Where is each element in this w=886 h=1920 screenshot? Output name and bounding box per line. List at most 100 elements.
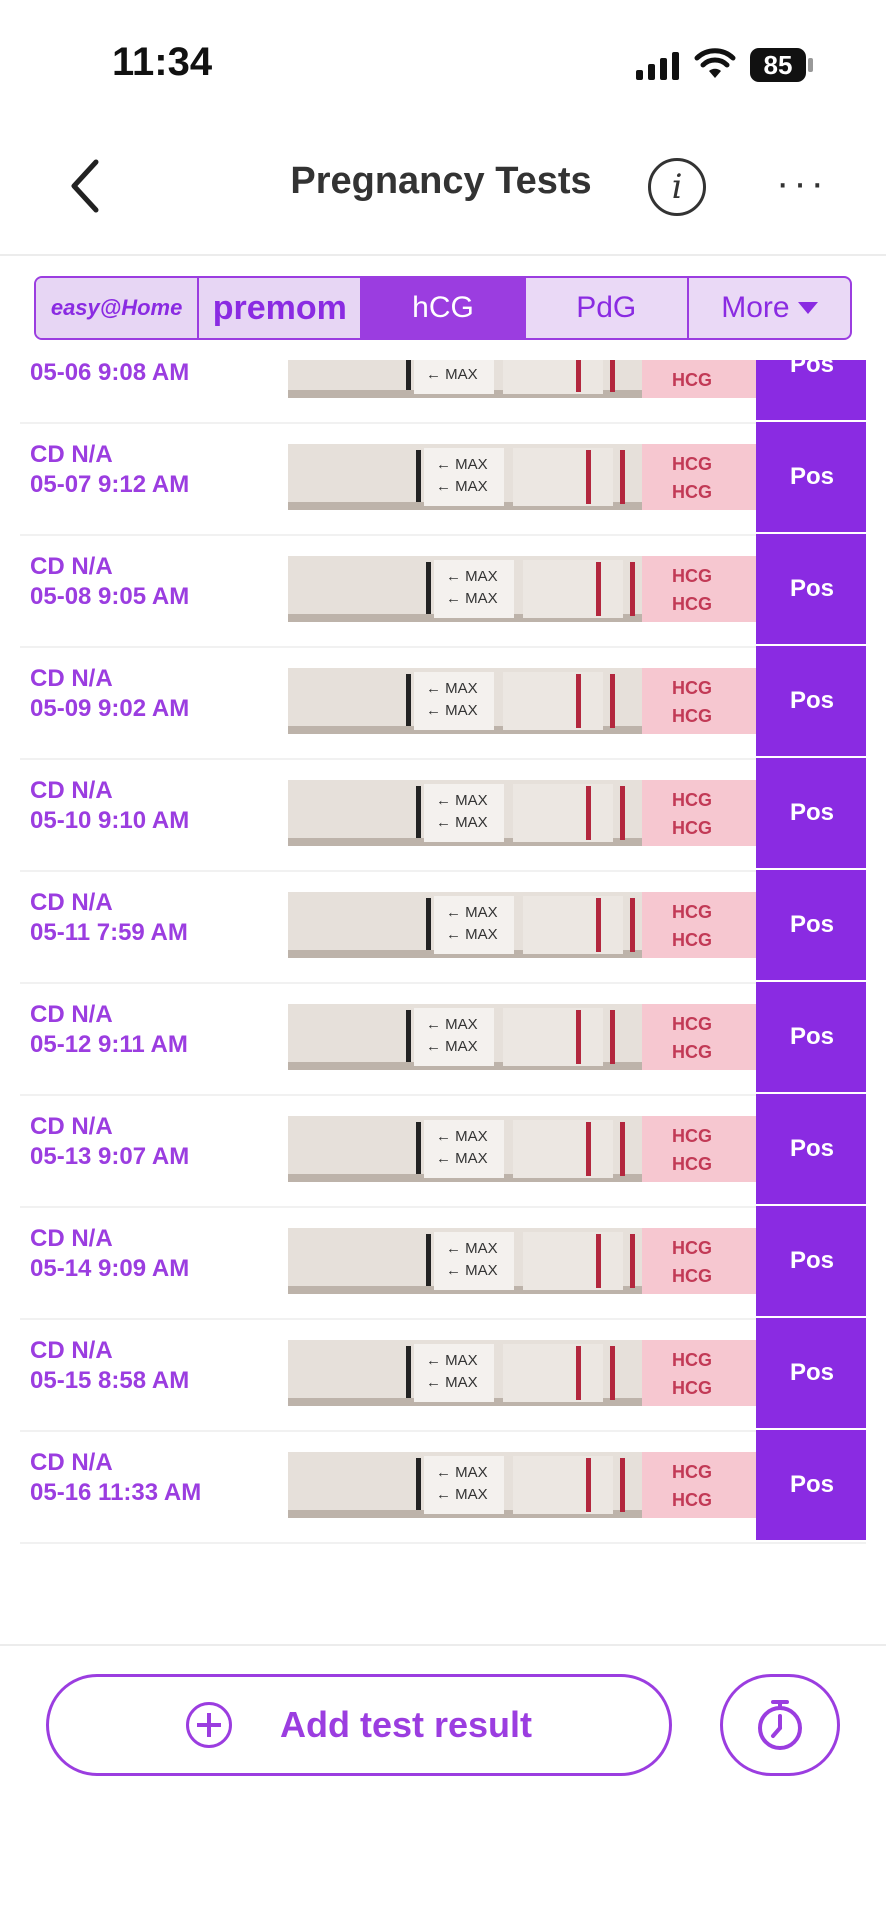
strip-max-text-2: ← MAX (426, 1374, 478, 1391)
strip-max-bar (426, 562, 431, 614)
result-positive-badge[interactable]: Pos (756, 870, 866, 980)
tab-more-label: More (721, 291, 790, 324)
tab-premom[interactable]: premom (199, 278, 363, 338)
test-datetime: 05-15 8:58 AM (30, 1367, 190, 1394)
strip-brand-text-2: HCG (672, 706, 712, 726)
result-positive-badge[interactable]: Pos (756, 646, 866, 756)
strip-test-line (596, 898, 601, 952)
strip-brand-text-2: HCG (672, 930, 712, 950)
strip-max-text-1: ← MAX (436, 1128, 488, 1145)
strip-max-text-2: ← MAX (446, 590, 498, 607)
test-result-list[interactable]: CD N/A05-06 9:08 AM← MAX← MAXHCGHCGPosCD… (20, 360, 866, 1562)
result-positive-badge[interactable]: Pos (756, 360, 866, 420)
result-positive-badge[interactable]: Pos (756, 1430, 866, 1540)
strip-max-label: ← MAX← MAX (414, 360, 494, 394)
strip-brand-text-1: HCG (672, 902, 712, 922)
test-row[interactable]: CD N/A 05-09 9:02 AM ← MAX ← MAX HCG HCG Pos (20, 646, 866, 760)
cellular-signal-icon (636, 52, 679, 80)
strip-control-line (620, 786, 625, 840)
more-options-icon[interactable]: ··· (776, 163, 828, 203)
strip-brand-text-2: HCG (672, 1490, 712, 1510)
strip-test-line (576, 1010, 581, 1064)
result-positive-badge[interactable]: Pos (756, 534, 866, 644)
test-row-label: CD N/A 05-10 9:10 AM (30, 776, 189, 836)
test-row-label: CD N/A05-06 9:08 AM (30, 360, 189, 388)
strip-max-label: ← MAX← MAX (424, 784, 504, 842)
status-bar: 11:34 85 (0, 0, 886, 120)
strip-test-line (586, 786, 591, 840)
strip-test-line (576, 674, 581, 728)
test-row-label: CD N/A 05-16 11:33 AM (30, 1448, 201, 1508)
cycle-day: CD N/A (30, 1449, 113, 1476)
test-row[interactable]: CD N/A05-06 9:08 AM ← MAX← MAX HCGHCGPos (20, 360, 866, 424)
test-strip-image[interactable]: ← MAX← MAXHCGHCG (288, 360, 760, 398)
strip-brand-text-1: HCG (672, 566, 712, 586)
test-strip-image[interactable]: ← MAX← MAXHCGHCG (288, 1228, 760, 1294)
test-strip-image[interactable]: ← MAX← MAXHCGHCG (288, 1004, 760, 1070)
test-row[interactable]: CD N/A 05-07 9:12 AM ← MAX ← MAX HCG HCG Pos (20, 422, 866, 536)
cycle-day: CD N/A (30, 1001, 113, 1028)
result-positive-badge[interactable]: Pos (756, 1318, 866, 1428)
strip-max-bar (406, 1346, 411, 1398)
cycle-day: CD N/A (30, 889, 113, 916)
caret-down-icon (797, 302, 818, 314)
strip-brand-area: HCG HCG (642, 444, 760, 510)
test-row[interactable]: CD N/A 05-16 11:33 AM ← MAX ← MAX HCG HCG Pos (20, 1430, 866, 1544)
timer-button[interactable] (720, 1674, 840, 1776)
test-strip-image[interactable]: ← MAX← MAXHCGHCG (288, 1116, 760, 1182)
strip-test-line (596, 562, 601, 616)
cycle-day: CD N/A (30, 1113, 113, 1140)
test-strip-image[interactable]: ← MAX← MAXHCGHCG (288, 556, 760, 622)
test-strip-image[interactable]: ← MAX← MAX HCGHCG (288, 444, 760, 510)
tab-pdg[interactable]: PdG (526, 278, 689, 338)
test-row[interactable]: CD N/A 05-10 9:10 AM ← MAX ← MAX HCG HCG Pos (20, 758, 866, 872)
test-datetime: 05-16 11:33 AM (30, 1479, 202, 1506)
test-strip-image[interactable]: ← MAX← MAX HCGHCG (288, 780, 760, 846)
add-test-result-button[interactable]: Add test result (46, 1674, 672, 1776)
strip-max-label: ← MAX← MAX (414, 672, 494, 730)
page-title: Pregnancy Tests (290, 160, 592, 202)
tab-hcg[interactable]: hCG (362, 278, 526, 338)
strip-test-line (586, 1122, 591, 1176)
strip-brand-area: HCG HCG (642, 1228, 760, 1294)
result-positive-badge[interactable]: Pos (756, 982, 866, 1092)
strip-max-text-2: ← MAX (446, 1262, 498, 1279)
strip-max-label: ← MAX← MAX (424, 1120, 504, 1178)
strip-max-bar (426, 1234, 431, 1286)
test-strip-image[interactable]: ← MAX← MAXHCGHCG (288, 668, 760, 734)
strip-max-bar (416, 450, 421, 502)
test-row[interactable]: CD N/A 05-13 9:07 AM ← MAX ← MAX HCG HCG Pos (20, 1094, 866, 1208)
cycle-day: CD N/A (30, 1337, 113, 1364)
result-positive-badge[interactable]: Pos (756, 1094, 866, 1204)
test-row[interactable]: CD N/A 05-14 9:09 AM ← MAX ← MAX HCG HCG Pos (20, 1206, 866, 1320)
test-strip-image[interactable]: ← MAX← MAXHCGHCG (288, 1452, 760, 1518)
test-datetime: 05-08 9:05 AM (30, 583, 190, 610)
strip-brand-area: HCG HCG (642, 780, 760, 846)
info-icon[interactable]: i (648, 158, 706, 216)
strip-brand-area: HCG HCG (642, 1452, 760, 1518)
test-row[interactable]: CD N/A 05-15 8:58 AM ← MAX ← MAX HCG HCG Pos (20, 1318, 866, 1432)
tab-easyathome[interactable]: easy@Home (36, 278, 200, 338)
strip-brand-text-1: HCG (672, 454, 712, 474)
test-strip-image[interactable]: ← MAX← MAXHCGHCG (288, 892, 760, 958)
strip-brand-area: HCG HCG (642, 1004, 760, 1070)
result-positive-badge[interactable]: Pos (756, 422, 866, 532)
result-positive-badge[interactable]: Pos (756, 758, 866, 868)
strip-brand-text-2: HCG (672, 1154, 712, 1174)
test-strip-image[interactable]: ← MAX← MAXHCGHCG (288, 1340, 760, 1406)
strip-max-bar (426, 898, 431, 950)
test-row[interactable]: CD N/A 05-11 7:59 AM ← MAX ← MAX HCG HCG Pos (20, 870, 866, 984)
strip-max-label: ← MAX← MAX (424, 448, 504, 506)
result-positive-badge[interactable]: Pos (756, 1206, 866, 1316)
cycle-day: CD N/A (30, 1225, 113, 1252)
strip-brand-text-2: HCG (672, 370, 712, 390)
strip-brand-text-2: HCG (672, 818, 712, 838)
strip-control-line (610, 674, 615, 728)
test-row-label: CD N/A 05-09 9:02 AM (30, 664, 189, 724)
strip-brand-text-2: HCG (672, 1042, 712, 1062)
strip-max-text-1: ← MAX (426, 1352, 478, 1369)
test-row[interactable]: CD N/A 05-08 9:05 AM ← MAX ← MAX HCG HCG Pos (20, 534, 866, 648)
test-row[interactable]: CD N/A 05-12 9:11 AM ← MAX ← MAX HCG HCG Pos (20, 982, 866, 1096)
strip-max-text-2: ← MAX (446, 926, 498, 943)
tab-more[interactable]: More (689, 278, 850, 338)
